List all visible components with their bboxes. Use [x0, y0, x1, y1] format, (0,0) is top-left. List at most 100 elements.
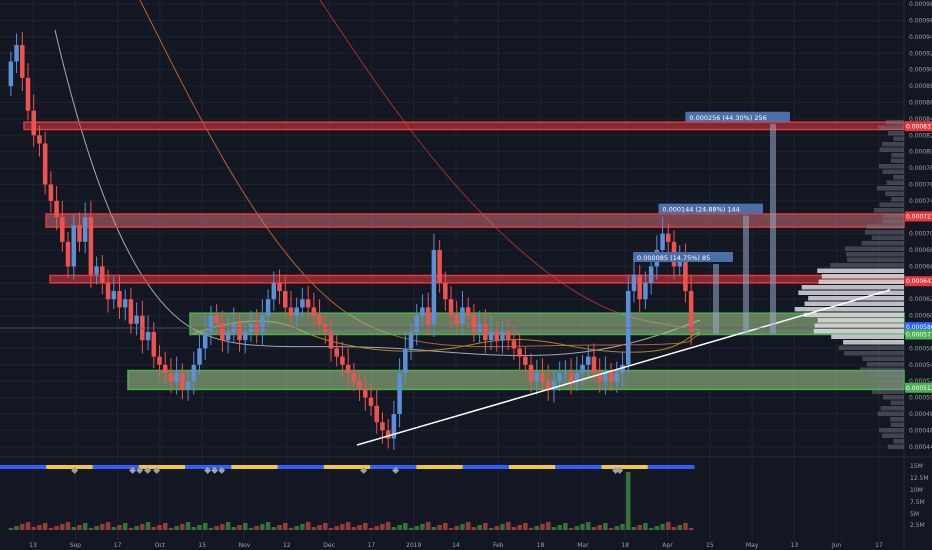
candle-body — [648, 266, 654, 283]
volume-profile-bar — [847, 257, 904, 262]
volume-profile-bar — [818, 279, 904, 284]
volume-bar — [585, 522, 591, 530]
volume-bar — [574, 526, 580, 530]
candle-body — [517, 348, 522, 357]
volume-profile-bar — [813, 329, 904, 334]
price-tick-label: 0.000660 — [909, 263, 932, 270]
volume-bar — [111, 527, 117, 530]
volume-profile-bar — [871, 389, 904, 394]
price-tick-label: 0.000940 — [909, 34, 932, 41]
volume-ribbon-segment — [508, 465, 556, 469]
candle-body — [117, 291, 122, 308]
candle-body — [111, 291, 117, 300]
volume-bar — [614, 526, 620, 530]
candle-body — [374, 405, 379, 423]
volume-profile-bar — [882, 433, 904, 438]
candle-body — [37, 135, 42, 144]
volume-profile-bar — [883, 213, 904, 218]
volume-bar — [357, 525, 362, 530]
volume-bar — [65, 522, 71, 530]
candle-body — [363, 389, 368, 398]
volume-bar — [374, 526, 379, 530]
volume-profile-bar — [862, 356, 904, 361]
volume-profile-bar — [879, 428, 904, 433]
volume-bar — [505, 522, 511, 530]
volume-bar — [545, 522, 551, 530]
volume-bar — [420, 524, 425, 530]
candle-body — [666, 233, 671, 242]
chart-canvas[interactable]: 0.000256 (44.30%) 256 0.000144 (24.88%) 1… — [0, 0, 932, 550]
candle-body — [403, 348, 408, 374]
volume-bar — [340, 524, 345, 530]
measure-label: 0.000256 (44.30%) 256 — [689, 114, 766, 122]
volume-bar — [145, 522, 151, 530]
volume-bar — [94, 526, 99, 530]
volume-bar — [534, 526, 540, 530]
volume-bar — [517, 525, 522, 530]
volume-tick-label: 2.5M — [910, 522, 925, 529]
candle-body — [557, 373, 562, 382]
volume-bar — [654, 526, 660, 530]
volume-bar — [180, 524, 185, 530]
volume-bar — [82, 523, 88, 530]
volume-bar — [454, 526, 460, 530]
volume-bar — [122, 523, 128, 530]
candle-body — [345, 364, 351, 374]
price-marker-label: 0.000577 — [906, 331, 932, 338]
time-tick-label: 13 — [791, 542, 799, 549]
volume-bar — [551, 527, 557, 530]
volume-profile-bar — [866, 224, 904, 229]
candle-body — [643, 282, 648, 300]
volume-bar — [391, 527, 397, 530]
candle-body — [242, 332, 248, 341]
volume-bar — [105, 522, 111, 530]
volume-bar — [162, 523, 168, 530]
measure-bar[interactable] — [770, 123, 776, 334]
volume-bar — [448, 528, 454, 530]
volume-bar — [323, 523, 328, 530]
candle-body — [534, 373, 540, 382]
volume-bar — [328, 528, 334, 530]
volume-ribbon-segment — [231, 465, 279, 469]
volume-ribbon-segment — [46, 465, 94, 469]
time-tick-label: Oct — [155, 542, 166, 549]
candle-body — [563, 373, 568, 375]
candle-body — [105, 282, 111, 300]
candle-body — [65, 241, 71, 267]
volume-bar — [648, 528, 654, 530]
candle-body — [317, 315, 322, 324]
volume-profile-bar — [885, 191, 904, 196]
candle-body — [25, 77, 31, 111]
volume-bar — [477, 525, 482, 530]
volume-profile-bar — [814, 323, 904, 328]
candle-body — [454, 315, 460, 324]
candle-body — [408, 332, 414, 349]
volume-bar — [683, 523, 688, 530]
volume-bar — [191, 527, 197, 530]
time-tick-label: Nov — [239, 542, 251, 549]
candle-body — [220, 323, 225, 341]
candle-body — [225, 332, 231, 341]
volume-bar — [494, 526, 500, 530]
volume-ribbon-segment — [138, 465, 186, 469]
candle-body — [488, 332, 494, 341]
measure-bar[interactable] — [713, 263, 719, 334]
volume-tick-label: 5M — [910, 511, 919, 518]
candle-body — [168, 373, 174, 382]
candle-body — [465, 307, 471, 316]
volume-profile-bar — [868, 373, 904, 378]
volume-profile-bar — [830, 263, 904, 268]
volume-bar — [208, 528, 214, 530]
price-tick-label: 0.000700 — [909, 231, 932, 238]
volume-profile-bar — [893, 439, 904, 444]
candle-body — [311, 307, 317, 316]
volume-bar — [334, 526, 339, 530]
volume-bar — [60, 524, 65, 530]
volume-bar — [197, 525, 202, 530]
measure-bar[interactable] — [743, 215, 749, 334]
volume-profile-bar — [883, 395, 904, 400]
volume-profile-bar — [890, 422, 904, 427]
volume-bar — [563, 523, 568, 530]
candle-body — [660, 233, 665, 251]
volume-profile-bar — [893, 175, 904, 180]
